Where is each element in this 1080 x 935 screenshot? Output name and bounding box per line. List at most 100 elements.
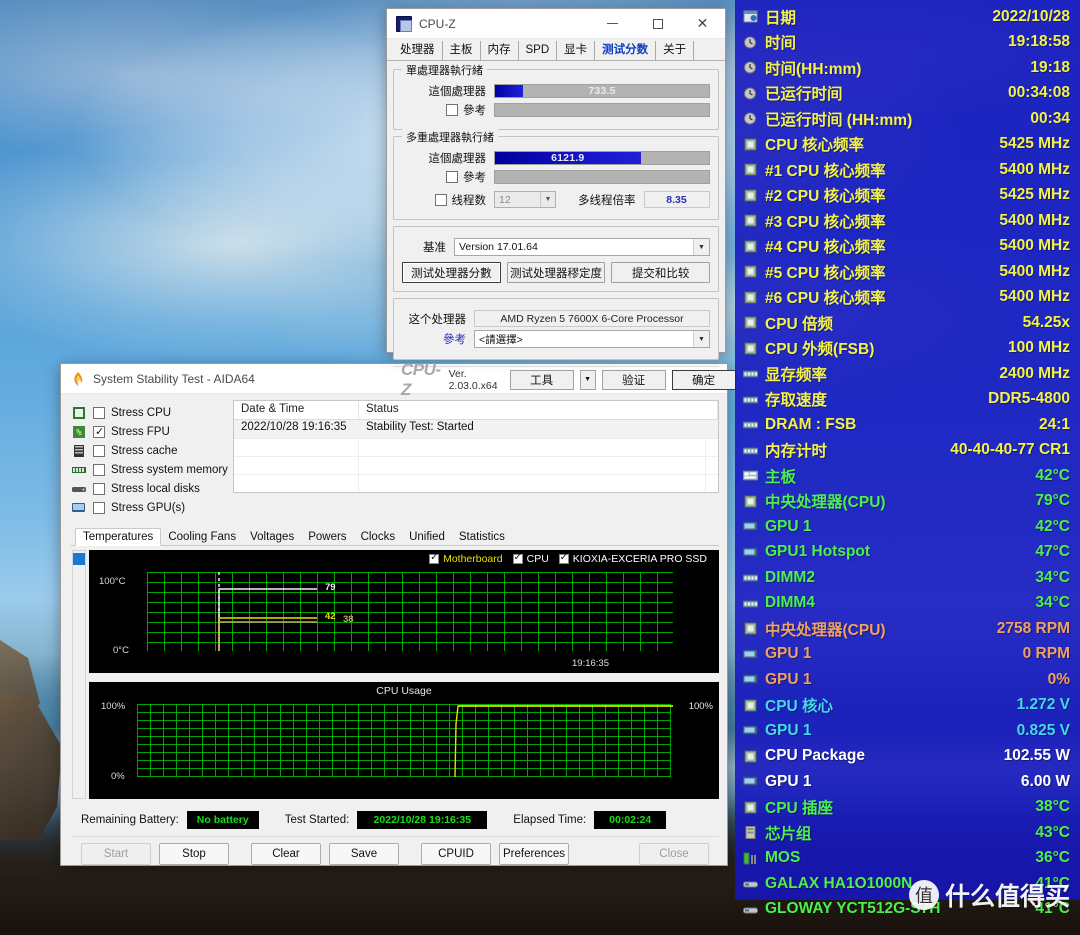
tab-about[interactable]: 关于 [656, 41, 695, 60]
close-icon[interactable]: ✕ [680, 9, 725, 39]
maximize-button[interactable] [635, 9, 680, 39]
log-column-datetime: Date & Time [234, 401, 359, 419]
tab-mainboard[interactable]: 主板 [443, 41, 481, 60]
stress-option-gpu[interactable]: Stress GPU(s) [71, 499, 221, 517]
cpu-icon [743, 801, 758, 814]
tab-voltages[interactable]: Voltages [243, 529, 301, 545]
tab-statistics[interactable]: Statistics [452, 529, 512, 545]
threads-checkbox[interactable] [434, 193, 447, 206]
graph-scrollbar[interactable] [72, 550, 86, 799]
multithread-ratio-label: 多线程倍率 [578, 194, 636, 207]
cpu-icon [743, 265, 758, 278]
sensor-name: CPU 核心 [765, 698, 834, 716]
tools-button[interactable]: 工具 [509, 369, 574, 390]
tab-spd[interactable]: SPD [519, 41, 558, 60]
tab-cooling-fans[interactable]: Cooling Fans [161, 529, 243, 545]
threads-dropdown[interactable]: 12 ▼ [494, 191, 556, 208]
stress-option-cache[interactable]: Stress cache [71, 442, 221, 460]
legend-checkbox[interactable] [558, 552, 569, 564]
sensor-value: 100 MHz [1007, 339, 1070, 357]
stress-disks-checkbox[interactable] [93, 483, 105, 495]
close-button[interactable]: Close [639, 842, 709, 865]
stress-option-cpu[interactable]: Stress CPU [71, 404, 221, 422]
benchmark-version-combo[interactable]: Version 17.01.64 ▼ [454, 238, 710, 256]
legend-item-cpu[interactable]: CPU [512, 552, 549, 565]
legend-checkbox[interactable] [512, 552, 523, 564]
cpuz-tabs[interactable]: 处理器 主板 内存 SPD 显卡 测试分数 关于 [387, 39, 725, 61]
save-button[interactable]: Save [329, 842, 399, 865]
sensor-name: CPU Package [765, 747, 865, 765]
stress-option-disks[interactable]: Stress local disks [71, 480, 221, 498]
table-row[interactable]: 2022/10/28 19:16:35 Stability Test: Star… [234, 420, 718, 438]
stress-cpu-button[interactable]: 测试处理器穋定度 [506, 262, 606, 283]
single-thread-reference-row[interactable]: 參考 [402, 102, 710, 118]
processor-reference-row[interactable]: 參考 <請選擇> ▼ [402, 330, 710, 348]
clear-button[interactable]: Clear [251, 842, 321, 865]
sensor-value: 41°C [1035, 874, 1070, 892]
log-column-status: Status [359, 401, 718, 419]
gpu-icon [742, 673, 758, 686]
stress-memory-checkbox[interactable] [93, 464, 105, 476]
validate-button[interactable]: 验证 [601, 369, 666, 390]
sensor-name: CPU 核心频率 [765, 137, 865, 155]
bench-cpu-button[interactable]: 测试处理器分數 [402, 262, 501, 283]
scrollbar-thumb[interactable] [73, 553, 85, 565]
tab-clocks[interactable]: Clocks [354, 529, 403, 545]
tab-powers[interactable]: Powers [301, 529, 353, 545]
processor-reference-combo[interactable]: <請選擇> ▼ [474, 330, 710, 348]
benchmark-buttons[interactable]: 测试处理器分數 测试处理器穋定度 提交和比较 [402, 262, 711, 283]
sensor-value: 38°C [1035, 798, 1070, 816]
stress-cpu-checkbox[interactable] [93, 407, 105, 419]
sensor-name: DRAM : FSB [765, 415, 857, 433]
submit-compare-button[interactable]: 提交和比较 [611, 262, 711, 283]
multi-thread-reference-checkbox[interactable] [446, 171, 458, 183]
cpuz-titlebar[interactable]: CPU-Z ✕ [387, 9, 725, 39]
multi-thread-group: 多重處理器執行緒 這個處理器 6121.9 參考 线程数 12 ▼ 多线程倍率 … [393, 129, 719, 220]
cpuid-button[interactable]: CPUID [421, 842, 491, 865]
chart-legend[interactable]: Motherboard CPU KIOXIA-EXCERIA PRO SSD [429, 552, 707, 565]
tab-temperatures[interactable]: Temperatures [75, 528, 162, 546]
preferences-button[interactable]: Preferences [499, 842, 569, 865]
sensor-row: 显存频率 2400 MHz [742, 361, 1070, 387]
sensor-name: 存取速度 [765, 392, 828, 410]
sensor-name: #4 CPU 核心频率 [765, 239, 886, 257]
graph-tabs[interactable]: Temperatures Cooling Fans Voltages Power… [75, 526, 719, 546]
stress-gpu-checkbox[interactable] [93, 502, 105, 514]
stability-log-table[interactable]: Date & Time Status 2022/10/28 19:16:35 S… [233, 400, 719, 493]
chevron-down-icon[interactable]: ▼ [693, 239, 709, 255]
multi-thread-reference-row[interactable]: 參考 [402, 169, 710, 185]
tools-dropdown-arrow-icon[interactable]: ▼ [579, 369, 596, 390]
threads-row[interactable]: 线程数 12 ▼ 多线程倍率 8.35 [402, 191, 710, 208]
aida64-stability-window[interactable]: System Stability Test - AIDA64 ✕ Stress … [60, 363, 728, 866]
sensor-value: 5400 MHz [999, 262, 1070, 280]
processor-reference-label: 參考 [443, 334, 466, 346]
sensor-rows: 日期 2022/10/28 时间 19:18:58 时间(HH:mm) 19:18 已运行时… [742, 4, 1070, 922]
tab-bench[interactable]: 测试分数 [595, 41, 657, 60]
tab-graphics[interactable]: 显卡 [557, 41, 596, 60]
stop-button[interactable]: Stop [159, 842, 229, 865]
tab-unified[interactable]: Unified [402, 529, 452, 545]
minimize-button[interactable] [590, 9, 635, 39]
single-thread-reference-checkbox[interactable] [446, 104, 458, 116]
sensor-row: GPU1 Hotspot 47°C [742, 540, 1070, 566]
cpuz-window-controls[interactable]: ✕ [590, 9, 725, 39]
stress-cache-checkbox[interactable] [93, 445, 105, 457]
benchmark-version-row[interactable]: 基准 Version 17.01.64 ▼ [402, 238, 710, 256]
legend-item-ssd[interactable]: KIOXIA-EXCERIA PRO SSD [558, 552, 707, 565]
chevron-down-icon[interactable]: ▼ [693, 331, 709, 347]
ok-button[interactable]: 确定 [671, 369, 736, 390]
stress-option-fpu[interactable]: % Stress FPU [71, 423, 221, 441]
start-button[interactable]: Start [81, 842, 151, 865]
legend-checkbox[interactable] [429, 552, 440, 564]
stress-option-memory[interactable]: Stress system memory [71, 461, 228, 479]
aida64-button-bar[interactable]: Start Stop Clear Save CPUID Preferences … [71, 836, 719, 870]
sensor-row: 时间 19:18:58 [743, 30, 1070, 56]
cpuz-window[interactable]: CPU-Z ✕ 处理器 主板 内存 SPD 显卡 测试分数 关于 單處理器執行緒… [386, 8, 736, 399]
cpu-icon [743, 622, 758, 635]
sensor-value: 42°C [1035, 466, 1070, 484]
tab-processor[interactable]: 处理器 [393, 41, 443, 60]
tab-memory[interactable]: 内存 [481, 41, 519, 60]
chevron-down-icon[interactable]: ▼ [540, 192, 555, 207]
stress-fpu-checkbox[interactable] [93, 425, 105, 438]
legend-item-motherboard[interactable]: Motherboard [429, 552, 503, 565]
